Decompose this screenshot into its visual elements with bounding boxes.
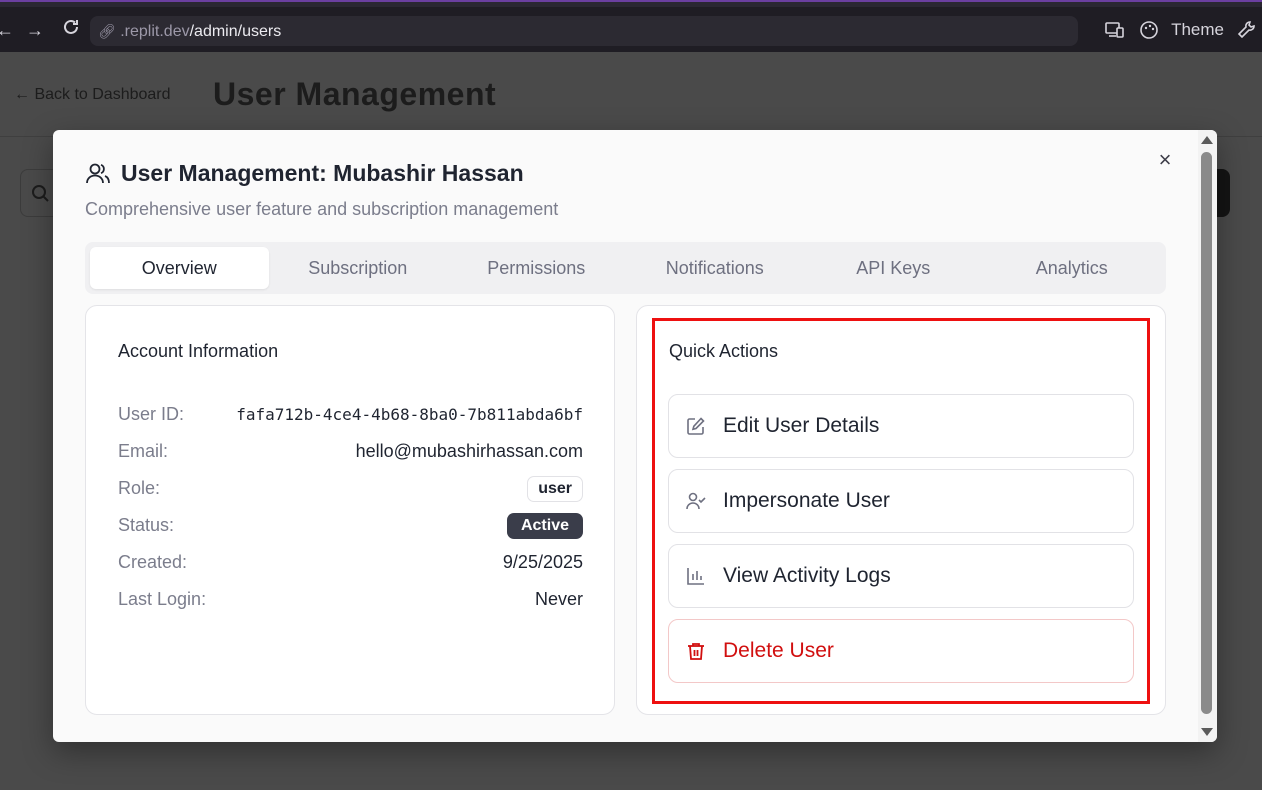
quick-actions-card: Quick Actions Edit User Details Imperson… [636,305,1166,715]
info-label: Status: [118,515,175,535]
browser-toolbar: ← → 🔗︎ .replit.dev/admin/users Theme [0,0,1262,52]
window-accent-line [0,0,1262,2]
scrollbar-thumb[interactable] [1201,152,1212,714]
edit-user-details-button[interactable]: Edit User Details [668,394,1134,458]
user-check-icon [685,490,707,512]
action-label: View Activity Logs [723,564,891,587]
created-value: 9/25/2025 [502,552,583,572]
back-nav-icon[interactable]: ← [0,17,18,43]
account-information-heading: Account Information [118,341,279,361]
reload-icon[interactable] [58,17,84,43]
info-label: Email: [118,441,169,461]
status-badge: Active [506,512,583,539]
tab-subscription[interactable]: Subscription [269,247,448,289]
edit-icon [685,415,707,437]
trash-icon [685,640,707,662]
tab-permissions[interactable]: Permissions [447,247,626,289]
info-row-last-login: Last Login: Never [118,581,583,618]
action-label: Impersonate User [723,489,890,512]
tab-list: Overview Subscription Permissions Notifi… [85,242,1166,294]
info-row-role: Role: user [118,470,583,507]
info-label: Role: [118,478,161,498]
url-path: /admin/users [189,23,282,40]
tab-overview[interactable]: Overview [90,247,269,289]
account-information-card: Account Information User ID: fafa712b-4c… [85,305,615,715]
back-to-dashboard-link[interactable]: ← Back to Dashboard [14,86,171,104]
close-icon[interactable]: × [1153,148,1177,172]
role-badge: user [527,475,583,502]
url-host: .replit.dev [120,23,190,40]
users-icon [86,163,110,183]
browser-extensions: Theme [1093,17,1262,43]
dialog-title: User Management: Mubashir Hassan [121,160,524,186]
info-label: User ID: [118,404,185,424]
dialog-header: User Management: Mubashir Hassan [85,160,524,187]
info-row-user-id: User ID: fafa712b-4ce4-4b68-8ba0-7b811ab… [118,396,583,433]
info-row-email: Email: hello@mubashirhassan.com [118,433,583,470]
info-label: Last Login: [118,589,207,609]
info-label: Created: [118,552,188,572]
palette-icon[interactable] [1137,18,1161,42]
forward-nav-icon[interactable]: → [22,17,48,43]
page-title: User Management [213,76,497,112]
user-management-dialog: × User Management: Mubashir Hassan Compr… [53,130,1217,742]
wrench-icon[interactable] [1234,18,1258,42]
tab-notifications[interactable]: Notifications [626,247,805,289]
action-label: Edit User Details [723,414,880,437]
last-login-value: Never [534,589,583,609]
email-value: hello@mubashirhassan.com [355,441,583,461]
dialog-subtitle: Comprehensive user feature and subscript… [85,199,559,219]
scroll-up-arrow-icon[interactable] [1201,136,1213,144]
account-info-list: User ID: fafa712b-4ce4-4b68-8ba0-7b811ab… [118,396,583,618]
info-row-created: Created: 9/25/2025 [118,544,583,581]
theme-button[interactable]: Theme [1171,20,1224,40]
user-id-value: fafa712b-4ce4-4b68-8ba0-7b811abda6bf [236,405,583,424]
devices-icon[interactable] [1103,18,1127,42]
link-icon: 🔗︎ [98,23,116,39]
url-bar[interactable]: 🔗︎ .replit.dev/admin/users [90,16,1078,46]
scroll-down-arrow-icon[interactable] [1201,728,1213,736]
info-row-status: Status: Active [118,507,583,544]
view-activity-logs-button[interactable]: View Activity Logs [668,544,1134,608]
bar-chart-icon [685,565,707,587]
action-label: Delete User [723,639,834,662]
tab-api-keys[interactable]: API Keys [804,247,983,289]
tab-analytics[interactable]: Analytics [983,247,1162,289]
quick-actions-heading: Quick Actions [669,341,779,361]
quick-actions-list: Edit User Details Impersonate User View … [668,394,1134,694]
delete-user-button[interactable]: Delete User [668,619,1134,683]
impersonate-user-button[interactable]: Impersonate User [668,469,1134,533]
